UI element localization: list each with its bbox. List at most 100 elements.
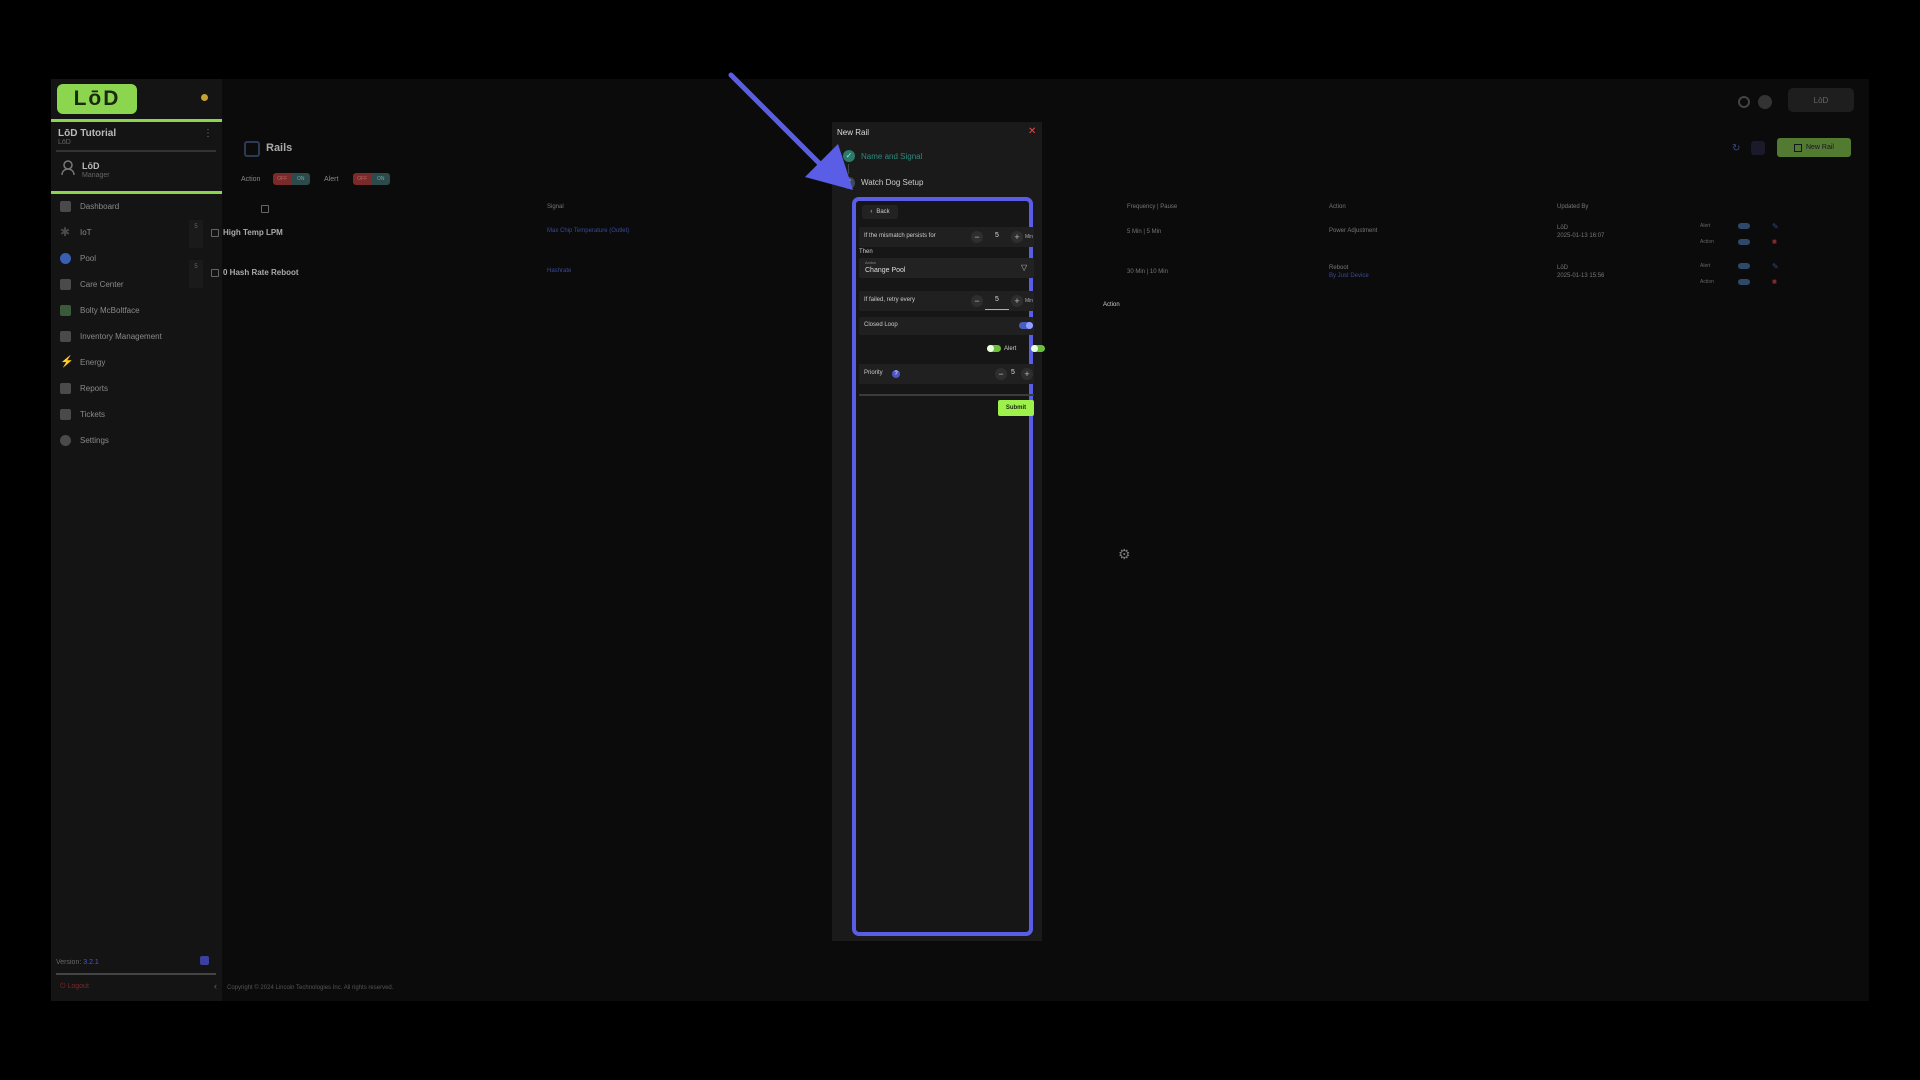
sidebar-item-label: Pool [80, 253, 97, 263]
decrement-button[interactable]: − [971, 295, 983, 307]
row-signal[interactable]: Max Chip Temperature (Outlet) [547, 228, 629, 234]
retry-row: If failed, retry every − 5 + Min [859, 291, 1034, 311]
row-alert-toggle[interactable] [1738, 263, 1750, 269]
edit-icon[interactable]: ✎ [1772, 262, 1779, 271]
column-header-action: Action [1329, 204, 1346, 210]
mismatch-label: If the mismatch persists for [864, 233, 936, 239]
dialog-title: New Rail [837, 128, 870, 137]
logout-button[interactable]: ⏻ Logout [60, 983, 89, 991]
action-toggle[interactable] [1031, 345, 1045, 352]
info-icon[interactable] [200, 956, 209, 965]
priority-label: Priority [864, 370, 883, 376]
pill-off: OFF [273, 173, 292, 185]
divider [56, 150, 216, 152]
increment-button[interactable]: + [1021, 368, 1033, 380]
more-icon[interactable]: ⋮ [203, 128, 213, 139]
theme-toggle-icon[interactable] [201, 94, 208, 101]
sidebar-item-label: Tickets [80, 409, 106, 419]
row-action-toggle[interactable] [1738, 279, 1750, 285]
row-priority: 5 [189, 260, 203, 288]
row-updated-by: LōD [1557, 225, 1569, 231]
pill-off: OFF [353, 173, 372, 185]
row-checkbox[interactable] [211, 269, 219, 277]
step-watch-dog-setup[interactable]: Watch Dog Setup [861, 178, 923, 187]
row-updated-by: LōD [1557, 265, 1569, 271]
edit-icon[interactable]: ✎ [1772, 222, 1779, 231]
care-center-icon [60, 278, 71, 290]
action-select-value: Change Pool [865, 267, 906, 274]
decrement-button[interactable]: − [971, 231, 983, 243]
delete-icon[interactable]: ■ [1772, 277, 1777, 286]
version-number: 3.2.1 [83, 959, 99, 966]
sidebar-item-iot[interactable]: ✱ IoT [60, 224, 92, 240]
sidebar-item-label: Dashboard [80, 201, 120, 211]
row-action-toggle[interactable] [1738, 239, 1750, 245]
sidebar-item-care-center[interactable]: Care Center [60, 276, 124, 292]
row-name: High Temp LPM [223, 228, 283, 237]
unit-label: Min [1025, 298, 1034, 304]
step-name-and-signal[interactable]: Name and Signal [861, 152, 922, 161]
row-alert-toggle[interactable] [1738, 223, 1750, 229]
delete-icon[interactable]: ■ [1772, 237, 1777, 246]
chevron-left-icon: ‹ [870, 209, 873, 215]
back-button[interactable]: ‹ Back [862, 205, 898, 219]
sidebar-item-inventory[interactable]: Inventory Management [60, 328, 162, 344]
row-frequency: 5 Min | 5 Min [1127, 229, 1162, 235]
gear-icon[interactable]: ⚙ [1118, 547, 1132, 561]
closed-loop-toggle[interactable] [1019, 322, 1033, 329]
bell-icon[interactable] [1738, 96, 1750, 108]
column-header-frequency: Frequency | Pause [1127, 204, 1178, 210]
watchdog-panel: ‹ Back If the mismatch persists for − 5 +… [852, 197, 1045, 936]
close-icon[interactable]: ✕ [1028, 126, 1036, 137]
submit-button[interactable]: Submit [998, 400, 1034, 416]
row-priority: 5 [189, 220, 203, 248]
refresh-icon[interactable]: ↻ [1732, 143, 1740, 154]
sidebar-item-tickets[interactable]: Tickets [60, 406, 105, 422]
row-checkbox[interactable] [211, 229, 219, 237]
row-alert-label: Alert [1700, 263, 1711, 269]
select-all-checkbox[interactable] [261, 205, 269, 213]
user-menu-button[interactable]: LōD [1788, 88, 1854, 112]
sidebar-item-settings[interactable]: Settings [60, 432, 109, 448]
sidebar-item-bolty[interactable]: Bolty McBoltface [60, 302, 140, 318]
collapse-icon[interactable]: ‹ [214, 981, 217, 991]
check-icon: ✓ [843, 150, 855, 162]
sidebar-item-energy[interactable]: ⚡ Energy [60, 354, 105, 370]
bot-icon [60, 304, 71, 316]
inventory-icon [60, 330, 71, 342]
retry-label: If failed, retry every [864, 297, 916, 303]
divider [51, 119, 222, 122]
retry-input[interactable]: 5 [991, 296, 1003, 303]
closed-loop-row: Closed Loop [859, 317, 1034, 335]
alert-filter-toggle[interactable]: OFF ON [353, 173, 390, 185]
user-chip-label: LōD [1813, 95, 1829, 105]
decrement-button[interactable]: − [995, 368, 1007, 380]
phone-icon[interactable] [1751, 141, 1765, 155]
column-header-updated-by: Updated By [1557, 204, 1589, 210]
alert-toggle[interactable] [987, 345, 1001, 352]
priority-input[interactable]: 5 [1007, 369, 1019, 376]
user-name: LōD [82, 161, 100, 171]
divider [56, 973, 216, 975]
closed-loop-label: Closed Loop [864, 322, 898, 328]
new-rail-button[interactable]: New Rail [1777, 138, 1851, 157]
logo[interactable]: LōD [57, 84, 137, 114]
row-signal[interactable]: Hashrate [547, 268, 571, 274]
sidebar-item-dashboard[interactable]: Dashboard [60, 198, 119, 214]
dashboard-icon [60, 200, 71, 212]
action-filter-toggle[interactable]: OFF ON [273, 173, 310, 185]
sidebar-item-label: Care Center [80, 279, 124, 289]
row-action-label: Action [1700, 239, 1714, 245]
action-select[interactable]: Action Change Pool ▽ [859, 258, 1034, 278]
increment-button[interactable]: + [1011, 231, 1023, 243]
mismatch-row: If the mismatch persists for − 5 + Min [859, 227, 1034, 247]
mismatch-input[interactable]: 5 [991, 232, 1003, 239]
sidebar-item-reports[interactable]: Reports [60, 380, 108, 396]
cloud-icon[interactable] [1758, 95, 1772, 109]
version-text: Version: 3.2.1 [56, 959, 99, 966]
sidebar-item-pool[interactable]: Pool [60, 250, 96, 266]
org-name[interactable]: LōD Tutorial [58, 128, 116, 139]
help-icon[interactable]: ? [892, 370, 900, 378]
increment-button[interactable]: + [1011, 295, 1023, 307]
row-updated-at: 2025-01-13 15:56 [1557, 273, 1605, 279]
